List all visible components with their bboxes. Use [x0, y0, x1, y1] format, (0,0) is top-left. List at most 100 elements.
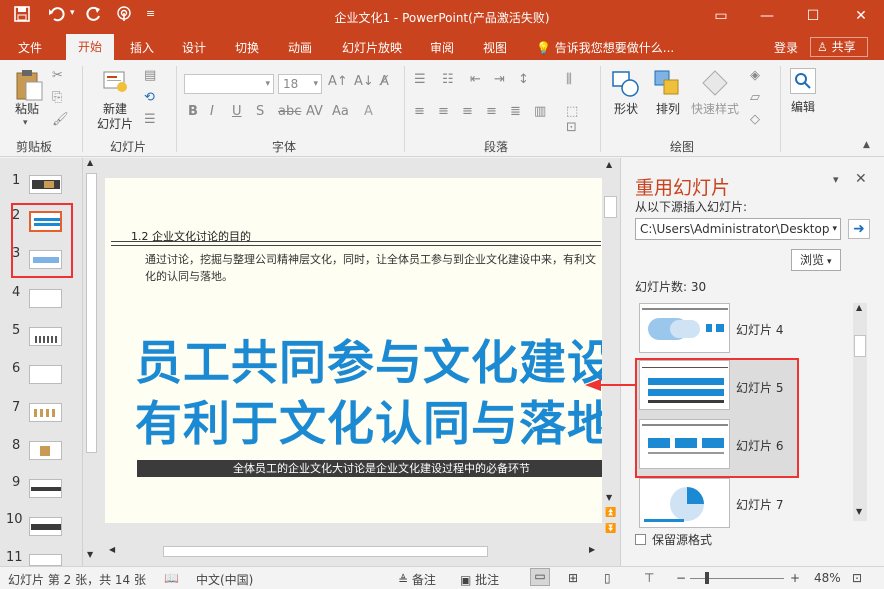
align-right-icon[interactable]: ≡ [462, 104, 473, 119]
shapes-icon[interactable] [610, 68, 640, 101]
thumbnail-scrollbar[interactable]: ▲ ▼ [82, 158, 100, 566]
language-indicator[interactable]: 中文(中国) [196, 571, 253, 588]
spellcheck-icon[interactable]: 📖 [164, 571, 179, 585]
slide-thumbnail[interactable] [29, 327, 62, 346]
editing-button[interactable]: 编辑 [786, 100, 820, 115]
new-slide-button[interactable]: 新建 幻灯片 [90, 102, 140, 132]
minimize-button[interactable]: — [752, 4, 782, 28]
scroll-thumb[interactable] [604, 196, 617, 218]
align-center-icon[interactable]: ≡ [438, 104, 449, 119]
slide-thumbnail[interactable] [29, 289, 62, 308]
slide-thumbnail[interactable] [29, 365, 62, 384]
next-slide-icon[interactable]: ⏬ [605, 524, 616, 534]
arrange-icon[interactable] [652, 68, 682, 101]
reuse-slide-thumbnail[interactable] [639, 419, 730, 469]
scroll-down-icon[interactable]: ▼ [87, 550, 93, 559]
arrange-button[interactable]: 排列 [650, 102, 686, 117]
underline-icon[interactable]: U [232, 104, 242, 119]
justify-icon[interactable]: ≡ [486, 104, 497, 119]
paste-icon[interactable] [14, 68, 44, 101]
char-spacing-icon[interactable]: AV [306, 104, 323, 119]
slideshow-icon[interactable]: ⊤ [644, 571, 654, 585]
ribbon-display-options-button[interactable]: ▭ [706, 4, 736, 28]
tab-animations[interactable]: 动画 [288, 39, 312, 56]
new-slide-icon[interactable] [102, 68, 128, 97]
tell-me-search[interactable]: 💡 告诉我您想要做什么... [536, 39, 674, 56]
pane-options-icon[interactable]: ▾ [833, 173, 839, 186]
chevron-down-icon[interactable]: ▾ [830, 219, 837, 239]
notes-button[interactable]: ≜ 备注 [398, 571, 436, 588]
align-left-icon[interactable]: ≡ [414, 104, 425, 119]
cut-icon[interactable]: ✂ [52, 68, 63, 83]
font-color-icon[interactable]: A [364, 104, 373, 119]
editor-scrollbar[interactable]: ▲ ▼ ⏫ ⏬ [602, 158, 620, 543]
shape-fill-icon[interactable]: ◈ [750, 68, 760, 83]
tab-transitions[interactable]: 切换 [235, 39, 259, 56]
clear-format-icon[interactable]: A̸ [380, 74, 389, 89]
go-arrow-button[interactable]: ➜ [848, 219, 870, 239]
reuse-slide-thumbnail[interactable] [639, 303, 730, 353]
decrease-indent-icon[interactable]: ⇤ [470, 72, 481, 87]
reuse-slide-thumbnail[interactable] [639, 478, 730, 528]
previous-slide-icon[interactable]: ⏫ [605, 508, 616, 518]
font-name-input[interactable]: ▾ [184, 74, 274, 94]
tab-view[interactable]: 视图 [483, 39, 507, 56]
format-painter-icon[interactable]: 🖌 [52, 112, 69, 127]
smartart-icon[interactable]: ⊡ [566, 120, 577, 135]
slide-sorter-icon[interactable]: ⊞ [568, 571, 578, 585]
scroll-up-icon[interactable]: ▲ [606, 160, 612, 169]
line-spacing-icon[interactable]: ↕ [518, 72, 529, 87]
editor-horizontal-scrollbar[interactable]: ◀ ▶ [105, 543, 602, 559]
scroll-thumb[interactable] [854, 335, 866, 357]
scroll-down-icon[interactable]: ▼ [606, 493, 612, 502]
pane-close-button[interactable]: ✕ [855, 171, 867, 187]
tab-home[interactable]: 开始 [66, 34, 114, 60]
share-button[interactable]: ♙ 共享 [810, 37, 868, 57]
columns-icon[interactable]: ▥ [534, 104, 546, 119]
quick-styles-icon[interactable] [700, 68, 730, 101]
keep-source-format-checkbox[interactable]: 保留源格式 [635, 531, 712, 548]
reuse-slide-thumbnail[interactable] [639, 360, 730, 410]
tab-design[interactable]: 设计 [182, 39, 206, 56]
numbering-icon[interactable]: ☷ [442, 72, 454, 87]
scroll-thumb[interactable] [86, 173, 97, 453]
scroll-up-icon[interactable]: ▲ [87, 158, 93, 167]
maximize-button[interactable]: ☐ [798, 4, 828, 28]
scroll-thumb[interactable] [163, 546, 488, 557]
browse-button[interactable]: 浏览 ▾ [791, 249, 841, 271]
reuse-scrollbar[interactable]: ▲ ▼ [853, 303, 867, 521]
shape-effects-icon[interactable]: ◇ [750, 112, 760, 127]
quick-styles-button[interactable]: 快速样式 [686, 102, 744, 117]
layout-icon[interactable]: ▤ [144, 68, 156, 83]
shadow-icon[interactable]: S [256, 104, 264, 119]
fit-to-window-icon[interactable]: ⊡ [852, 571, 862, 585]
slide-thumbnail[interactable] [29, 175, 62, 194]
scroll-left-icon[interactable]: ◀ [109, 545, 115, 554]
current-slide[interactable]: 1.2 企业文化讨论的目的 通过讨论，挖掘与整理公司精神层文化，同时，让全体员工… [105, 178, 602, 523]
zoom-in-button[interactable]: + [790, 571, 800, 585]
distributed-icon[interactable]: ≣ [510, 104, 521, 119]
font-size-input[interactable]: 18 ▾ [278, 74, 322, 94]
italic-icon[interactable]: I [210, 104, 214, 119]
shape-button[interactable]: 形状 [608, 102, 644, 117]
login-link[interactable]: 登录 [774, 39, 798, 56]
shrink-font-icon[interactable]: A↓ [354, 74, 374, 89]
normal-view-icon[interactable]: ▭ [530, 568, 550, 586]
checkbox[interactable] [635, 534, 646, 545]
shape-outline-icon[interactable]: ▱ [750, 90, 760, 105]
scroll-right-icon[interactable]: ▶ [589, 545, 595, 554]
tab-file[interactable]: 文件 [18, 39, 42, 56]
text-direction-icon[interactable]: ⫼ [566, 72, 572, 87]
source-path-combobox[interactable]: C:\Users\Administrator\Desktop ▾ [635, 218, 841, 240]
increase-indent-icon[interactable]: ⇥ [494, 72, 505, 87]
grow-font-icon[interactable]: A↑ [328, 74, 348, 89]
reset-icon[interactable]: ⟲ [144, 90, 155, 105]
slide-thumbnail[interactable] [29, 441, 62, 460]
tab-insert[interactable]: 插入 [130, 39, 154, 56]
change-case-icon[interactable]: Aa [332, 104, 349, 119]
slide-thumbnail[interactable] [29, 479, 62, 498]
zoom-level[interactable]: 48% [814, 571, 841, 585]
tab-review[interactable]: 审阅 [430, 39, 454, 56]
slide-thumbnail[interactable] [29, 517, 62, 536]
slide-thumbnail[interactable] [29, 403, 62, 422]
